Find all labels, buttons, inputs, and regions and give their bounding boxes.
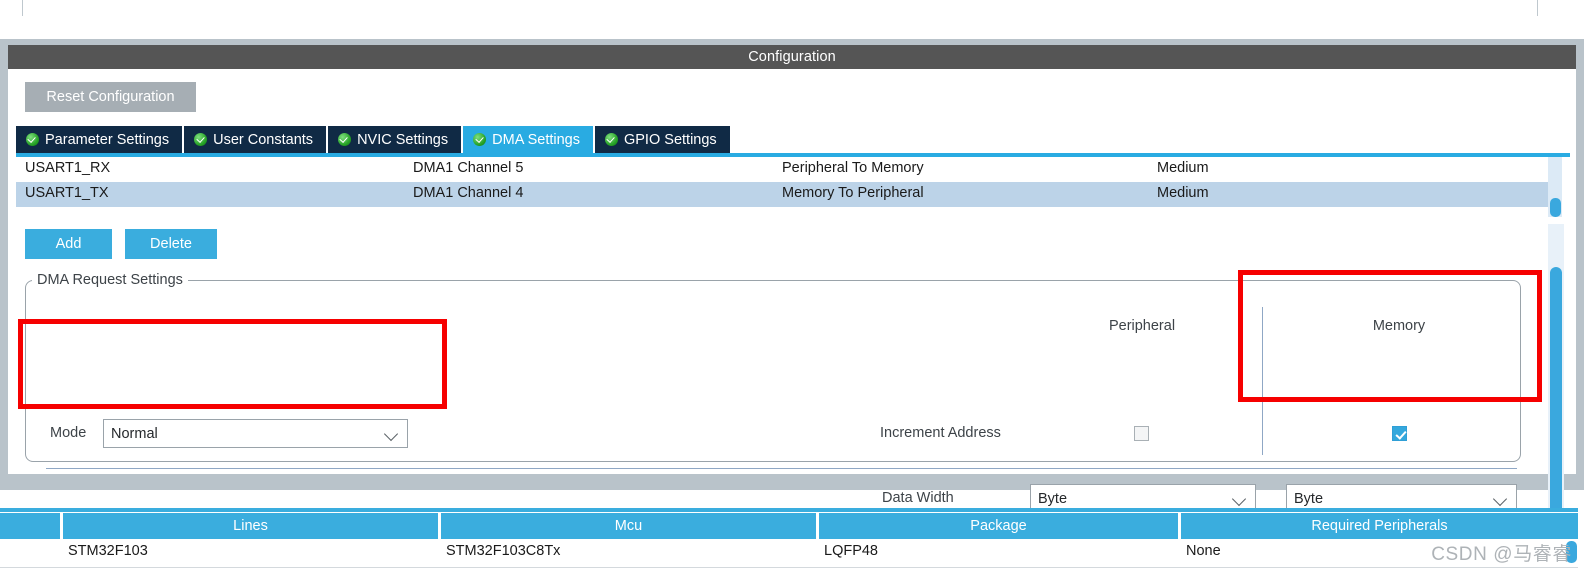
dma-direction: Peripheral To Memory [782,160,924,176]
panel-scrollbar-thumb[interactable] [1550,267,1562,519]
increment-address-label: Increment Address [880,425,1001,441]
table-row[interactable]: USART1_TX DMA1 Channel 4 Memory To Perip… [16,182,1548,207]
reset-configuration-button[interactable]: Reset Configuration [25,82,196,112]
table-row[interactable]: USART1_RX DMA1 Channel 5 Peripheral To M… [16,157,1548,182]
dma-list-scrollbar-thumb[interactable] [1550,198,1561,217]
increment-address-memory-checkbox[interactable] [1392,426,1407,441]
row-divider-memory [1271,468,1517,469]
column-header-blank [0,513,60,539]
configuration-body: Reset Configuration Parameter Settings U… [8,69,1576,530]
dma-priority: Medium [1157,160,1209,176]
cell-package: LQFP48 [824,543,878,559]
watermark-text: CSDN @马睿睿 [1431,544,1572,565]
dma-request-name: USART1_TX [25,185,109,201]
column-header-peripheral: Peripheral [1108,318,1176,334]
dma-direction: Memory To Peripheral [782,185,924,201]
tab-dma-settings[interactable]: DMA Settings [463,126,593,153]
increment-address-peripheral-checkbox[interactable] [1134,426,1149,441]
configuration-title: Configuration [8,45,1576,69]
dma-request-list[interactable]: USART1_RX DMA1 Channel 5 Peripheral To M… [16,157,1548,217]
column-header-mcu[interactable]: Mcu [441,513,816,539]
data-width-memory-value: Byte [1294,490,1324,507]
dma-priority: Medium [1157,185,1209,201]
dma-channel: DMA1 Channel 4 [413,185,524,201]
data-width-peripheral-value: Byte [1038,490,1068,507]
table-top-accent [0,508,1578,512]
tab-nvic-settings[interactable]: NVIC Settings [328,126,462,153]
chevron-down-icon [1231,491,1247,506]
column-header-required-peripherals[interactable]: Required Peripherals [1181,513,1578,539]
check-circle-icon [26,133,39,146]
cell-lines: STM32F103 [68,543,148,559]
top-strip-gap [0,16,1584,30]
check-circle-icon [473,133,487,146]
top-strip-panel-edge [22,0,1538,16]
column-header-lines[interactable]: Lines [63,513,438,539]
table-row[interactable]: STM32F103 STM32F103C8Tx LQFP48 None [0,539,1578,568]
tab-parameter-settings[interactable]: Parameter Settings [16,126,183,153]
check-circle-icon [194,133,208,146]
column-header-memory: Memory [1372,318,1426,334]
tab-gpio-settings[interactable]: GPIO Settings [594,126,730,153]
delete-button[interactable]: Delete [125,229,217,259]
column-divider [1262,307,1263,455]
chevron-down-icon [383,426,399,441]
settings-tabstrip: Parameter Settings User Constants NVIC S… [16,126,732,153]
data-width-label: Data Width [882,490,954,506]
cell-mcu: STM32F103C8Tx [446,543,561,559]
tab-label: NVIC Settings [357,131,449,148]
tab-label: Parameter Settings [45,131,170,148]
mcu-summary-table: Lines Mcu Package Required Peripherals S… [0,508,1584,574]
dma-channel: DMA1 Channel 5 [413,160,524,176]
tab-label: GPIO Settings [623,131,717,148]
screenshot-root: Configuration Reset Configuration Parame… [0,0,1584,574]
mode-select-value: Normal [111,425,158,442]
tab-label: DMA Settings [492,131,580,148]
tab-user-constants[interactable]: User Constants [184,126,327,153]
add-button[interactable]: Add [25,229,112,259]
check-circle-icon [338,133,352,146]
check-circle-icon [604,133,618,146]
mode-select[interactable]: Normal [103,419,408,448]
chevron-down-icon [1492,491,1508,506]
table-header-row: Lines Mcu Package Required Peripherals [0,513,1578,539]
mode-label: Mode [50,425,87,441]
tab-label: User Constants [213,131,314,148]
dma-request-name: USART1_RX [25,160,111,176]
cell-required-peripherals: None [1186,543,1221,559]
column-header-package[interactable]: Package [819,513,1178,539]
dma-request-settings-legend: DMA Request Settings [32,272,188,288]
